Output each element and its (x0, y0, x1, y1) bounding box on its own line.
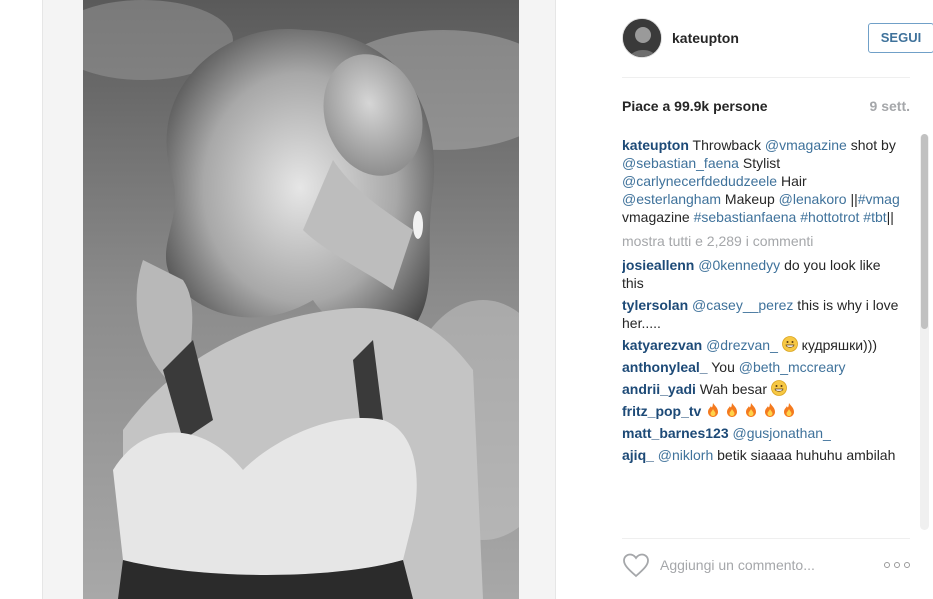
comment-text: кудряшки))) (797, 337, 878, 353)
comment-text: Wah besar (695, 381, 771, 397)
mention-link[interactable]: @carlynecerfdedudzeele (622, 173, 777, 189)
follow-button[interactable]: SEGUI (868, 23, 933, 53)
caption-text: Makeup (721, 191, 779, 207)
comments-list[interactable]: kateupton Throwback @vmagazine shot by @… (622, 136, 922, 528)
mention-link[interactable]: @0kennedyy (698, 257, 780, 273)
post-header: kateupton SEGUI (622, 17, 933, 59)
comment-text: You (707, 359, 739, 375)
mention-link[interactable]: @beth_mccreary (739, 359, 846, 375)
comment-footer (622, 552, 914, 582)
comment-item: ajiq_ @niklorh betik siaaaa huhuhu ambil… (622, 446, 904, 464)
heart-outline-icon[interactable] (622, 552, 650, 578)
scrollbar-thumb[interactable] (921, 134, 928, 329)
hashtag-link[interactable]: #sebastianfaena (694, 209, 797, 225)
caption-text: Throwback (688, 137, 765, 153)
caption-text: Stylist (738, 155, 781, 171)
comment-username[interactable]: josieallenn (622, 257, 694, 273)
fire-emoji-icon (746, 403, 757, 417)
likes-count[interactable]: Piace a 99.9k persone (622, 98, 768, 114)
post-time[interactable]: 9 sett. (870, 98, 910, 114)
mention-link[interactable]: @sebastian_faena (622, 155, 739, 171)
comment-item: matt_barnes123 @gusjonathan_ (622, 424, 904, 442)
mention-link[interactable]: @casey__perez (692, 297, 793, 313)
mention-link[interactable]: @lenakoro (779, 191, 847, 207)
grinning-emoji-icon (781, 336, 798, 352)
caption-text: Hair (777, 173, 807, 189)
comment-item: andrii_yadi Wah besar (622, 380, 904, 398)
fire-emoji-icon (727, 403, 738, 417)
caption-text: vmagazine (622, 209, 694, 225)
username-link[interactable]: kateupton (672, 30, 739, 46)
fire-emoji-icon (765, 403, 776, 417)
load-more-comments-link[interactable]: mostra tutti e 2,289 i commenti (622, 232, 904, 250)
comment-username[interactable]: fritz_pop_tv (622, 403, 701, 419)
comment-username[interactable]: katyarezvan (622, 337, 702, 353)
media-frame (42, 0, 556, 599)
hashtag-link[interactable]: #tbt (863, 209, 886, 225)
fire-emoji-icon (784, 403, 795, 417)
mention-link[interactable]: @niklorh (658, 447, 713, 463)
likes-row: Piace a 99.9k persone 9 sett. (622, 98, 910, 116)
comment-username[interactable]: matt_barnes123 (622, 425, 729, 441)
comment-item: fritz_pop_tv (622, 402, 904, 420)
mention-link[interactable]: @vmagazine (765, 137, 847, 153)
hashtag-link[interactable]: #vmag (858, 191, 900, 207)
comment-item: anthonyleal_ You @beth_mccreary (622, 358, 904, 376)
divider (622, 77, 910, 78)
caption-text: || (886, 209, 894, 225)
comment-item: tylersolan @casey__perez this is why i l… (622, 296, 904, 332)
comment-item: katyarezvan @drezvan_ кудряшки))) (622, 336, 904, 354)
comment-item: josieallenn @0kennedyy do you look like … (622, 256, 904, 292)
comments-scrollbar[interactable] (920, 134, 929, 530)
caption: kateupton Throwback @vmagazine shot by @… (622, 136, 904, 226)
caption-text: || (846, 191, 858, 207)
post-side-panel: kateupton SEGUI Piace a 99.9k persone 9 … (598, 0, 933, 599)
fire-emoji-icon (708, 403, 719, 417)
mention-link[interactable]: @esterlangham (622, 191, 721, 207)
comment-username[interactable]: tylersolan (622, 297, 688, 313)
avatar[interactable] (622, 18, 662, 58)
mention-link[interactable]: @gusjonathan_ (733, 425, 831, 441)
caption-username[interactable]: kateupton (622, 137, 689, 153)
comment-username[interactable]: ajiq_ (622, 447, 654, 463)
post-photo[interactable] (83, 0, 519, 599)
more-options-icon[interactable] (884, 562, 910, 570)
comment-text: betik siaaaa huhuhu ambilah (713, 447, 896, 463)
grinning-emoji-icon (770, 380, 787, 396)
comment-username[interactable]: andrii_yadi (622, 381, 696, 397)
divider (622, 538, 910, 539)
caption-text: shot by (846, 137, 896, 153)
comment-username[interactable]: anthonyleal_ (622, 359, 708, 375)
mention-link[interactable]: @drezvan_ (706, 337, 778, 353)
add-comment-input[interactable] (660, 555, 870, 575)
hashtag-link[interactable]: #hottotrot (800, 209, 859, 225)
